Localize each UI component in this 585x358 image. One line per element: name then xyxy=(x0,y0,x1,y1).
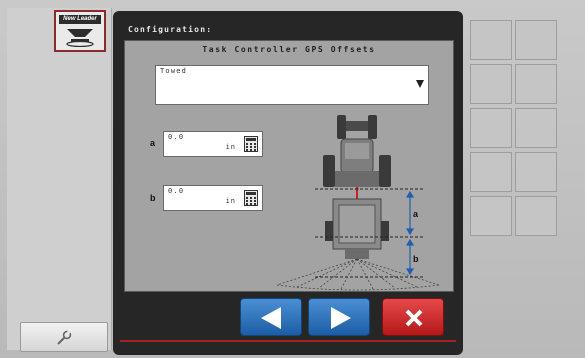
softkey-3[interactable] xyxy=(470,64,512,104)
softkey-9[interactable] xyxy=(470,196,512,236)
diagram-label-b: b xyxy=(413,254,419,264)
diagram-label-a: a xyxy=(413,209,419,219)
offset-b-label: b xyxy=(150,193,156,203)
spreader-logo-icon xyxy=(66,29,94,47)
config-panel: Task Controller GPS Offsets Towed a 0.0 … xyxy=(124,40,454,292)
hitch-type-value: Towed xyxy=(160,67,188,75)
softkey-5[interactable] xyxy=(470,108,512,148)
title-bar: Configuration: xyxy=(120,23,456,37)
back-button[interactable] xyxy=(240,298,302,336)
left-rail xyxy=(7,8,112,350)
hitch-type-select[interactable]: Towed xyxy=(155,65,429,105)
offset-b-value: 0.0 xyxy=(168,187,185,195)
forward-button[interactable] xyxy=(308,298,370,336)
page-title: Configuration: xyxy=(128,25,213,34)
panel-title: Task Controller GPS Offsets xyxy=(202,45,376,54)
softkey-8[interactable] xyxy=(515,152,557,192)
status-strip xyxy=(120,340,456,342)
new-leader-app-button[interactable]: New Leader xyxy=(54,10,106,52)
cancel-button[interactable] xyxy=(382,298,444,336)
settings-button[interactable] xyxy=(20,322,108,352)
bottom-nav-bar xyxy=(120,294,456,344)
left-arrow-icon xyxy=(261,307,281,329)
softkey-6[interactable] xyxy=(515,108,557,148)
offset-a-unit: in xyxy=(225,143,236,151)
right-arrow-icon xyxy=(331,307,351,329)
offset-b-unit: in xyxy=(225,197,236,205)
offset-a-value: 0.0 xyxy=(168,133,185,141)
offset-diagram: a b xyxy=(276,115,440,291)
offset-b-input[interactable]: 0.0 in xyxy=(163,185,263,211)
calculator-icon[interactable] xyxy=(244,136,258,152)
softkey-1[interactable] xyxy=(470,20,512,60)
calculator-icon[interactable] xyxy=(244,190,258,206)
x-icon xyxy=(405,309,423,327)
wrench-icon xyxy=(57,330,72,345)
softkey-7[interactable] xyxy=(470,152,512,192)
softkey-2[interactable] xyxy=(515,20,557,60)
softkey-10[interactable] xyxy=(515,196,557,236)
brand-logo-text: New Leader xyxy=(59,15,101,24)
offset-a-input[interactable]: 0.0 in xyxy=(163,131,263,157)
softkey-4[interactable] xyxy=(515,64,557,104)
chevron-down-icon xyxy=(416,80,424,88)
offset-a-label: a xyxy=(150,138,156,148)
